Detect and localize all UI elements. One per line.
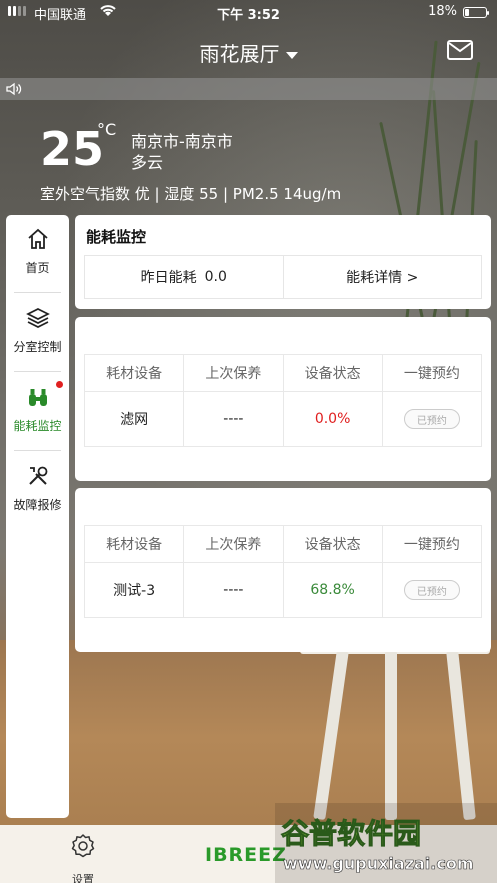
temperature-value: 25	[40, 122, 105, 176]
sidebar-item-energy-monitor[interactable]: 能耗监控	[6, 373, 69, 449]
energy-details-link[interactable]: 能耗详情 >	[282, 256, 482, 298]
table-row: 测试-3 ---- 68.8% 已预约	[85, 562, 481, 617]
temperature-unit: °C	[97, 120, 117, 139]
announcement-bar[interactable]	[0, 78, 497, 100]
layers-icon	[26, 308, 50, 328]
column-header: 上次保养	[183, 355, 282, 391]
yesterday-energy-label: 昨日能耗	[140, 270, 197, 286]
sidebar-item-repair[interactable]: 故障报修	[6, 452, 69, 528]
last-maintenance: ----	[183, 392, 282, 446]
gear-icon	[71, 834, 95, 858]
status-bar: 中国联通 下午 3:52 18%	[0, 0, 497, 26]
yesterday-energy: 昨日能耗 0.0	[85, 256, 283, 298]
air-quality-info: 室外空气指数 优 | 湿度 55 | PM2.5 14ug/m	[40, 185, 342, 203]
column-header: 设备状态	[282, 526, 382, 562]
tab-settings[interactable]: 设置	[58, 833, 110, 883]
sidebar-item-home[interactable]: 首页	[6, 215, 69, 291]
watermark-title: 谷普软件园	[281, 817, 421, 850]
reserve-cell: 已预约	[381, 392, 481, 446]
watermark-url: www.gupuxiazai.com	[283, 854, 474, 873]
reserve-button[interactable]: 已预约	[403, 409, 460, 429]
mail-icon[interactable]	[447, 40, 473, 60]
tools-icon	[29, 466, 48, 485]
table-header-row: 耗材设备 上次保养 设备状态 一键预约	[85, 526, 481, 562]
chevron-down-icon[interactable]	[285, 52, 298, 59]
page-title[interactable]: 雨花展厅	[200, 42, 280, 66]
energy-card: 能耗监控 昨日能耗 0.0 能耗详情 >	[75, 215, 491, 309]
battery-icon	[463, 7, 489, 18]
sidebar: 首页 分室控制 能耗监控 故障报修	[6, 215, 69, 818]
device-name: 滤网	[120, 412, 149, 428]
column-header: 设备状态	[282, 355, 382, 391]
location-dropdown[interactable]: 雨花展厅	[0, 38, 497, 67]
column-header: 耗材设备	[106, 366, 163, 382]
device-status: 0.0%	[282, 392, 382, 446]
yesterday-energy-value: 0.0	[204, 269, 227, 285]
table-header-row: 耗材设备 上次保养 设备状态 一键预约	[85, 355, 481, 391]
speaker-icon	[6, 82, 22, 96]
column-header: 耗材设备	[106, 537, 163, 553]
consumables-card: 耗材设备 上次保养 设备状态 一键预约 测试-3 ---- 68.8% 已预约	[75, 488, 491, 652]
notification-badge	[56, 381, 63, 388]
column-header: 上次保养	[183, 526, 282, 562]
battery-percent: 18%	[428, 4, 457, 19]
consumables-table: 耗材设备 上次保养 设备状态 一键预约 滤网 ---- 0.0% 已预约	[84, 354, 482, 447]
sidebar-item-label: 首页	[25, 261, 50, 275]
tab-settings-label: 设置	[72, 873, 94, 883]
column-header: 一键预约	[381, 355, 481, 391]
sidebar-item-label: 分室控制	[13, 340, 62, 354]
reserve-cell: 已预约	[381, 563, 481, 617]
device-status: 68.8%	[282, 563, 382, 617]
table-row: 滤网 ---- 0.0% 已预约	[85, 391, 481, 446]
weather-condition: 多云	[131, 153, 164, 172]
consumables-table: 耗材设备 上次保养 设备状态 一键预约 测试-3 ---- 68.8% 已预约	[84, 525, 482, 618]
device-name: 测试-3	[113, 583, 156, 599]
sidebar-item-label: 能耗监控	[13, 419, 62, 433]
energy-monitor-icon	[29, 389, 47, 406]
column-header: 一键预约	[381, 526, 481, 562]
home-icon	[28, 228, 48, 249]
last-maintenance: ----	[183, 563, 282, 617]
energy-summary-row: 昨日能耗 0.0 能耗详情 >	[84, 255, 482, 299]
sidebar-item-room-control[interactable]: 分室控制	[6, 294, 69, 370]
sidebar-item-label: 故障报修	[13, 498, 62, 512]
energy-card-title: 能耗监控	[86, 228, 147, 246]
clock: 下午 3:52	[217, 8, 280, 23]
watermark: 谷普软件园 www.gupuxiazai.com	[275, 803, 497, 883]
reserve-button[interactable]: 已预约	[403, 580, 460, 600]
consumables-card: 耗材设备 上次保养 设备状态 一键预约 滤网 ---- 0.0% 已预约	[75, 317, 491, 481]
